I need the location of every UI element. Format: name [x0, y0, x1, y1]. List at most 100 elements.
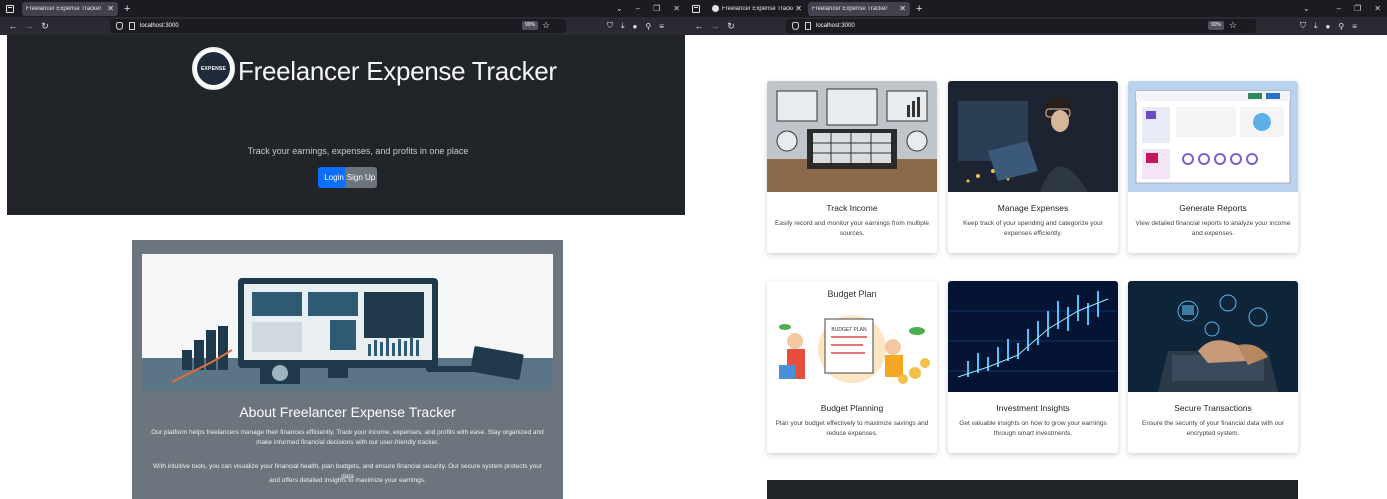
pocket-icon[interactable]: ⛉: [607, 21, 613, 31]
forward-icon[interactable]: →: [708, 21, 722, 31]
secure-transactions-illustration: [1128, 281, 1298, 392]
zoom-level[interactable]: 90%: [522, 21, 539, 30]
card-text-line-1: Easily record and monitor your earnings …: [775, 220, 929, 227]
signup-button[interactable]: Sign Up: [345, 167, 377, 188]
card-text-line-1: Ensure the security of your financial da…: [1142, 420, 1284, 427]
card-image: [948, 281, 1118, 392]
bookmark-star-icon[interactable]: ☆: [542, 20, 550, 31]
extensions-icon[interactable]: ⚲: [645, 22, 651, 31]
card-title: Manage Expenses: [997, 203, 1069, 213]
card-text-line-2: expenses efficiently.: [1004, 230, 1062, 237]
feature-card-generate-reports[interactable]: Generate Reports View detailed financial…: [1128, 81, 1298, 253]
toolbar-icons: ⛉ ⤓ ● ⚲ ≡: [1300, 17, 1357, 35]
page-footer: [767, 480, 1298, 499]
close-window-icon[interactable]: ✕: [673, 4, 680, 13]
card-text-line-1: Get valuable insights on how to grow you…: [959, 420, 1107, 427]
feature-card-budget-planning[interactable]: Budget Plan BUDGET PLAN Budget Planning …: [767, 281, 937, 453]
url-text[interactable]: localhost:3000: [816, 23, 855, 29]
new-tab-button[interactable]: +: [916, 3, 922, 15]
tab-list-icon[interactable]: [0, 0, 20, 17]
minimize-icon[interactable]: –: [1337, 4, 1341, 13]
card-image: Budget Plan BUDGET PLAN: [767, 281, 937, 392]
card-text-line-2: reduce expenses.: [826, 430, 878, 437]
tab-bar: Freelancer Expense Tracker Atm ✕ Freelan…: [686, 0, 1387, 17]
card-title: Generate Reports: [1179, 203, 1247, 213]
card-text-line-1: Plan your budget effectively to maximize…: [775, 420, 929, 427]
tab-title: Freelancer Expense Tracker Atm: [722, 5, 793, 12]
toolbar-icons: ⛉ ⤓ ● ⚲ ≡: [607, 17, 664, 35]
page-info-icon[interactable]: [129, 22, 135, 30]
about-paragraph-1-line-2: make informed financial decisions with o…: [256, 439, 439, 446]
hero-subtitle: Track your earnings, expenses, and profi…: [247, 146, 469, 156]
bookmark-star-icon[interactable]: ☆: [1229, 20, 1237, 31]
window-controls: ⌄ – ❐ ✕: [616, 0, 680, 17]
feature-card-track-income[interactable]: Track Income Easily record and monitor y…: [767, 81, 937, 253]
close-window-icon[interactable]: ✕: [1374, 4, 1381, 13]
forward-icon[interactable]: →: [22, 21, 36, 31]
new-tab-button[interactable]: +: [124, 3, 130, 15]
card-text-line-2: through smart investments.: [993, 430, 1073, 437]
chevron-down-icon[interactable]: ⌄: [616, 4, 623, 13]
card-title: Investment Insights: [996, 403, 1070, 413]
track-income-illustration: [767, 81, 937, 192]
budget-planning-illustration: [779, 315, 930, 384]
tab-title: Freelancer Expense Tracker: [26, 5, 102, 12]
page-info-icon[interactable]: [805, 22, 811, 30]
browser-window-left: Freelancer Expense Tracker ✕ + ⌄ – ❐ ✕ ←…: [0, 0, 686, 499]
tracking-shield-icon[interactable]: [116, 22, 123, 30]
url-bar[interactable]: localhost:3000 90% ☆: [110, 19, 566, 33]
generate-reports-illustration: [1128, 81, 1298, 192]
menu-icon[interactable]: ≡: [1352, 22, 1357, 31]
about-paragraph-2-line-2: and offers detailed insights to maximize…: [269, 477, 426, 484]
download-icon[interactable]: ⤓: [1314, 21, 1318, 31]
url-bar[interactable]: localhost:3000 90% ☆: [786, 19, 1256, 33]
app-logo: EXPENSE: [192, 47, 235, 90]
tab-active[interactable]: Freelancer Expense Tracker ✕: [22, 1, 118, 16]
card-text-line-1: View detailed financial reports to analy…: [1135, 220, 1291, 227]
manage-expenses-illustration: [948, 81, 1118, 192]
about-title: About Freelancer Expense Tracker: [239, 404, 456, 420]
account-icon[interactable]: ●: [1326, 22, 1331, 31]
card-text-line-2: and expenses.: [1191, 230, 1235, 237]
tab-active[interactable]: Freelancer Expense Tracker ✕: [808, 1, 910, 16]
tab-inactive[interactable]: Freelancer Expense Tracker Atm ✕: [708, 2, 806, 16]
feature-card-investment-insights[interactable]: Investment Insights Get valuable insight…: [948, 281, 1118, 453]
card-text-line-2: encrypted system.: [1186, 430, 1240, 437]
feature-card-secure-transactions[interactable]: Secure Transactions Ensure the security …: [1128, 281, 1298, 453]
reload-icon[interactable]: ↻: [38, 21, 52, 32]
back-icon[interactable]: ←: [6, 21, 20, 31]
restore-icon[interactable]: ❐: [1354, 4, 1361, 13]
card-text-line-1: Keep track of your spending and categori…: [963, 220, 1103, 227]
tab-bar: Freelancer Expense Tracker ✕ + ⌄ – ❐ ✕: [0, 0, 686, 17]
pocket-icon[interactable]: ⛉: [1300, 21, 1306, 31]
about-card: About Freelancer Expense Tracker Our pla…: [132, 240, 563, 499]
tracking-shield-icon[interactable]: [792, 22, 799, 30]
tab-list-icon[interactable]: [686, 0, 706, 17]
card-image: [1128, 281, 1298, 392]
menu-icon[interactable]: ≡: [659, 22, 664, 31]
close-tab-icon[interactable]: ✕: [795, 4, 802, 13]
extensions-icon[interactable]: ⚲: [1338, 22, 1344, 31]
close-tab-icon[interactable]: ✕: [107, 4, 114, 13]
back-icon[interactable]: ←: [692, 21, 706, 31]
minimize-icon[interactable]: –: [636, 4, 640, 13]
close-tab-icon[interactable]: ✕: [899, 4, 906, 13]
restore-icon[interactable]: ❐: [653, 4, 660, 13]
hero-title: Freelancer Expense Tracker: [238, 56, 557, 86]
card-title: Budget Planning: [820, 403, 884, 413]
reload-icon[interactable]: ↻: [724, 21, 738, 32]
card-image: [767, 81, 937, 192]
finance-dashboard-illustration: [142, 254, 553, 391]
account-icon[interactable]: ●: [633, 22, 638, 31]
feature-card-manage-expenses[interactable]: Manage Expenses Keep track of your spend…: [948, 81, 1118, 253]
card-text-line-2: sources.: [839, 230, 865, 237]
logo-text: EXPENSE: [197, 52, 230, 85]
card-title: Track Income: [826, 203, 878, 213]
chevron-down-icon[interactable]: ⌄: [1303, 4, 1310, 13]
url-text[interactable]: localhost:3000: [140, 23, 179, 29]
about-illustration: [142, 254, 553, 391]
zoom-level[interactable]: 90%: [1208, 21, 1225, 30]
card-title: Secure Transactions: [1174, 403, 1252, 413]
github-icon: [712, 5, 719, 12]
download-icon[interactable]: ⤓: [621, 21, 625, 31]
